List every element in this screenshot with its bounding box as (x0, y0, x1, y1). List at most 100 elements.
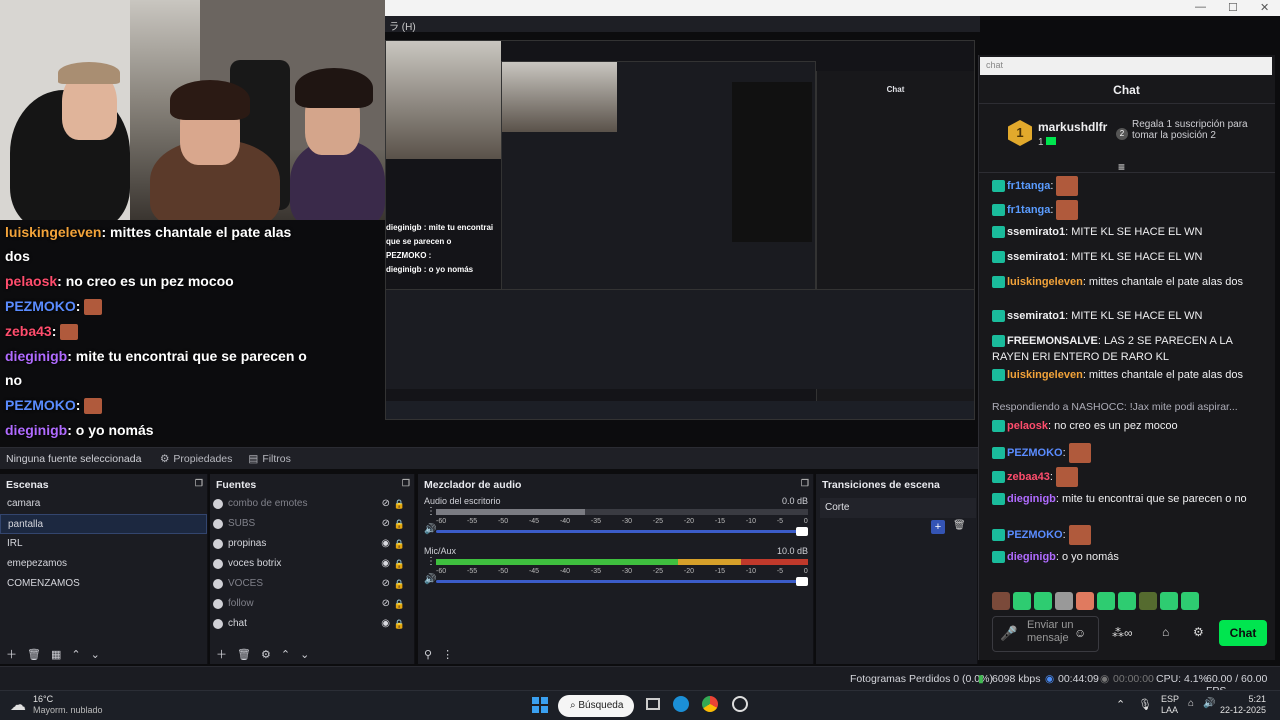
add-transition-button[interactable]: + (931, 520, 945, 534)
weather-icon[interactable]: ☁ (10, 695, 26, 715)
chat-username[interactable]: ssemirato1 (1007, 251, 1065, 263)
source-item[interactable]: combo de emotes ⊘ 🔒 (210, 494, 414, 514)
emoji-icon[interactable]: ☺ (1074, 626, 1086, 640)
source-item[interactable]: chat ◉ 🔒 (210, 614, 414, 634)
fader-knob[interactable] (796, 577, 808, 586)
menu-help[interactable]: ラ (H) (389, 22, 416, 33)
eye-hidden-icon[interactable]: ⊘ (382, 514, 390, 534)
minimize-button[interactable]: — (1195, 1, 1206, 13)
volume-icon[interactable]: 🔊 (1203, 698, 1215, 709)
chat-username[interactable]: ssemirato1 (1007, 226, 1065, 238)
dock-float-icon[interactable]: ❐ (801, 478, 809, 489)
task-view-icon[interactable] (646, 698, 660, 710)
chat-username[interactable]: zebaa43 (1007, 471, 1050, 483)
scene-item[interactable]: COMENZAMOS (0, 574, 207, 594)
microphone-icon[interactable]: 🎤 (1000, 625, 1017, 642)
settings-icon[interactable]: ⚙ (1193, 625, 1204, 639)
transition-select[interactable]: Corte (820, 498, 976, 518)
lock-icon[interactable]: 🔒 (394, 554, 405, 574)
eye-hidden-icon[interactable]: ⊘ (382, 594, 390, 614)
dock-float-icon[interactable]: ❐ (195, 478, 203, 489)
chat-username[interactable]: ssemirato1 (1007, 310, 1065, 322)
start-icon[interactable] (532, 697, 548, 713)
emote-icon[interactable] (1118, 592, 1136, 610)
emote-icon[interactable] (992, 592, 1010, 610)
filters-button[interactable]: ▤ Filtros (248, 453, 291, 465)
channel-menu-icon[interactable]: ⋮ (426, 556, 436, 567)
chat-username[interactable]: PEZMOKO (1007, 529, 1063, 541)
network-icon[interactable]: ⌂ (1188, 698, 1194, 709)
reply-indicator[interactable]: Respondiendo a NASHOCC: !Jax mite podi a… (992, 399, 1260, 415)
emote-icon[interactable] (1160, 592, 1178, 610)
add-icon[interactable]: ＋ (216, 646, 227, 662)
lock-icon[interactable]: 🔒 (394, 514, 405, 534)
properties-button[interactable]: ⚙ Propiedades (160, 453, 232, 465)
add-icon[interactable]: ＋ (6, 646, 17, 662)
lang-layout[interactable]: LAA (1161, 705, 1178, 715)
chat-username[interactable]: luiskingeleven (1007, 369, 1083, 381)
mute-icon[interactable]: 🔊 (424, 574, 436, 585)
chat-username[interactable]: dieginigb (1007, 493, 1056, 505)
volume-fader[interactable] (436, 527, 808, 536)
volume-fader[interactable] (436, 577, 808, 586)
chevron-down-icon[interactable]: ⌄ (300, 648, 309, 661)
fader-knob[interactable] (796, 527, 808, 536)
mute-icon[interactable]: 🔊 (424, 524, 436, 535)
config-icon[interactable]: ▦ (51, 648, 61, 661)
clock-time[interactable]: 5:21 (1226, 694, 1266, 704)
source-item[interactable]: voces botrix ◉ 🔒 (210, 554, 414, 574)
tray-chevron-icon[interactable]: ⌃ (1116, 698, 1125, 711)
gear-icon[interactable]: ⚙ (261, 648, 271, 661)
emote-icon[interactable] (1013, 592, 1031, 610)
lock-icon[interactable]: 🔒 (394, 534, 405, 554)
link-icon[interactable]: ⚲ (424, 648, 432, 661)
trash-icon[interactable]: 🗑 (953, 520, 966, 531)
chat-username[interactable]: pelaosk (1007, 420, 1048, 432)
eye-hidden-icon[interactable]: ⊘ (382, 574, 390, 594)
lock-icon[interactable]: 🔒 (394, 494, 405, 514)
channel-menu-icon[interactable]: ⋮ (426, 506, 436, 517)
chevron-down-icon[interactable]: ⌄ (91, 648, 100, 661)
chat-username[interactable]: PEZMOKO (1007, 447, 1063, 459)
scene-item[interactable]: pantalla (0, 514, 207, 534)
store-icon[interactable]: ⌂ (1162, 625, 1169, 639)
chat-search-input[interactable]: chat (980, 57, 1272, 75)
trash-icon[interactable]: 🗑 (27, 648, 41, 661)
chevron-up-icon[interactable]: ⌃ (281, 648, 290, 661)
source-item[interactable]: VOCES ⊘ 🔒 (210, 574, 414, 594)
clock-date[interactable]: 22-12-2025 (1218, 705, 1266, 715)
eye-icon[interactable]: ◉ (381, 554, 390, 574)
channel-points-icon[interactable]: ⁂∞ (1112, 626, 1133, 640)
emote-icon[interactable] (1055, 592, 1073, 610)
mic-tray-icon[interactable]: 🎙 (1138, 698, 1152, 711)
chat-username[interactable]: fr1tanga (1007, 180, 1050, 192)
scene-item[interactable]: camara (0, 494, 207, 514)
obs-icon[interactable] (732, 696, 748, 712)
source-item[interactable]: propinas ◉ 🔒 (210, 534, 414, 554)
emote-icon[interactable] (1181, 592, 1199, 610)
source-item[interactable]: follow ⊘ 🔒 (210, 594, 414, 614)
chrome-icon[interactable] (702, 696, 718, 712)
emote-icon[interactable] (1139, 592, 1157, 610)
chat-username[interactable]: dieginigb (1007, 551, 1056, 563)
more-menu-icon[interactable]: ⋮ (442, 648, 453, 661)
dock-float-icon[interactable]: ❐ (402, 478, 410, 489)
eye-icon[interactable]: ◉ (381, 534, 390, 554)
edge-icon[interactable] (673, 696, 689, 712)
close-button[interactable]: ✕ (1260, 1, 1269, 14)
lang-code[interactable]: ESP (1161, 694, 1179, 704)
gift-prompt[interactable]: Regala 1 suscripción para tomar la posic… (1132, 119, 1252, 141)
taskbar-search[interactable]: ⌕ Búsqueda (558, 695, 634, 717)
leaderboard-user[interactable]: markushdlfr (1038, 120, 1107, 134)
chat-send-button[interactable]: Chat (1219, 620, 1267, 646)
chat-username[interactable]: luiskingeleven (1007, 276, 1083, 288)
eye-icon[interactable]: ◉ (381, 614, 390, 634)
scene-item[interactable]: emepezamos (0, 554, 207, 574)
maximize-button[interactable]: ☐ (1228, 1, 1238, 14)
source-item[interactable]: SUBS ⊘ 🔒 (210, 514, 414, 534)
eye-hidden-icon[interactable]: ⊘ (382, 494, 390, 514)
chat-username[interactable]: FREEMONSALVE (1007, 335, 1098, 347)
scene-item[interactable]: IRL (0, 534, 207, 554)
lock-icon[interactable]: 🔒 (394, 594, 405, 614)
emote-icon[interactable] (1034, 592, 1052, 610)
